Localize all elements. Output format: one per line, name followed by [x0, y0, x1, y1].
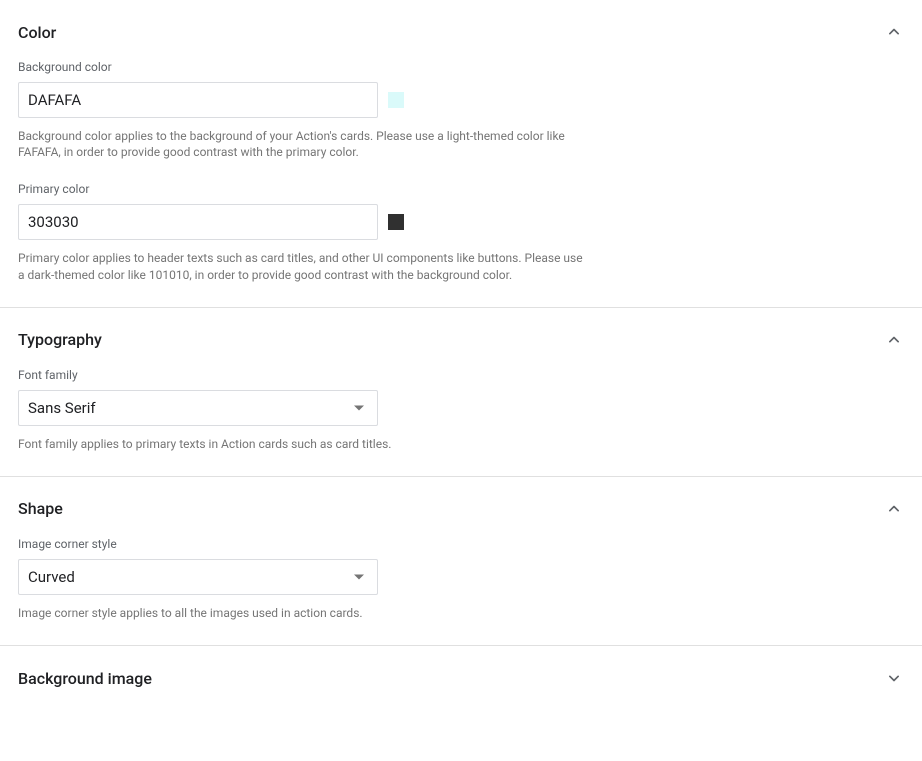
corner-style-value: Curved — [28, 568, 75, 586]
section-background-image: Background image — [0, 646, 922, 710]
background-color-label: Background color — [18, 60, 904, 74]
font-family-help: Font family applies to primary texts in … — [18, 436, 590, 452]
corner-style-select[interactable]: Curved — [18, 559, 378, 595]
background-color-swatch[interactable] — [388, 92, 404, 108]
chevron-up-icon — [884, 499, 904, 519]
corner-style-help: Image corner style applies to all the im… — [18, 605, 590, 621]
section-shape-header[interactable]: Shape — [18, 487, 904, 531]
chevron-up-icon — [884, 330, 904, 350]
section-background-image-title: Background image — [18, 669, 152, 688]
section-color-header[interactable]: Color — [18, 10, 904, 54]
primary-color-help: Primary color applies to header texts su… — [18, 250, 590, 282]
font-family-value: Sans Serif — [28, 399, 96, 417]
section-background-image-header[interactable]: Background image — [18, 656, 904, 700]
section-typography: Typography Font family Sans Serif Font f… — [0, 308, 922, 477]
font-family-label: Font family — [18, 368, 904, 382]
field-corner-style: Image corner style Curved Image corner s… — [18, 537, 904, 621]
chevron-up-icon — [884, 22, 904, 42]
font-family-select[interactable]: Sans Serif — [18, 390, 378, 426]
section-color-title: Color — [18, 23, 56, 42]
section-typography-title: Typography — [18, 330, 102, 349]
section-color: Color Background color Background color … — [0, 0, 922, 308]
font-family-select-wrap: Sans Serif — [18, 390, 378, 426]
field-primary-color: Primary color Primary color applies to h… — [18, 182, 904, 282]
primary-color-row — [18, 204, 904, 240]
section-shape-title: Shape — [18, 499, 63, 518]
background-color-help: Background color applies to the backgrou… — [18, 128, 590, 160]
section-shape: Shape Image corner style Curved Image co… — [0, 477, 922, 646]
field-font-family: Font family Sans Serif Font family appli… — [18, 368, 904, 452]
section-typography-header[interactable]: Typography — [18, 318, 904, 362]
corner-style-select-wrap: Curved — [18, 559, 378, 595]
chevron-down-icon — [884, 668, 904, 688]
corner-style-label: Image corner style — [18, 537, 904, 551]
background-color-input[interactable] — [18, 82, 378, 118]
primary-color-swatch[interactable] — [388, 214, 404, 230]
field-background-color: Background color Background color applie… — [18, 60, 904, 160]
background-color-row — [18, 82, 904, 118]
primary-color-input[interactable] — [18, 204, 378, 240]
primary-color-label: Primary color — [18, 182, 904, 196]
